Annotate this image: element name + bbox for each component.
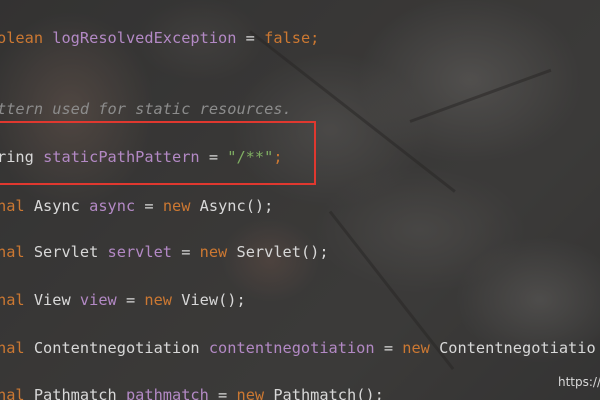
code-token: async: [89, 197, 136, 215]
code-line[interactable]: nal Contentnegotiation contentnegotiatio…: [0, 336, 596, 360]
code-token: nal: [0, 386, 34, 400]
code-token: Pathmatch();: [273, 386, 384, 400]
code-token: =: [116, 291, 145, 309]
code-token: Servlet: [33, 243, 108, 261]
code-token: View();: [181, 291, 246, 309]
code-token: Servlet();: [236, 243, 329, 261]
code-editor[interactable]: olean logResolvedException = false; tter…: [0, 0, 600, 400]
code-token: new: [199, 243, 237, 261]
code-token: pathmatch: [125, 386, 209, 400]
code-token: View: [33, 291, 80, 309]
code-token: nal: [0, 197, 34, 215]
watermark-url: https://: [558, 375, 600, 389]
code-token: =: [172, 243, 200, 261]
code-token: Async();: [199, 197, 274, 215]
code-comment-line[interactable]: ttern used for static resources.: [0, 97, 292, 121]
code-token: contentnegotiation: [208, 339, 375, 357]
code-token: ;: [310, 29, 320, 47]
code-token: nal: [0, 339, 34, 357]
code-token: new: [144, 291, 182, 309]
code-token: =: [236, 29, 265, 47]
code-line[interactable]: nal View view = new View();: [0, 288, 246, 312]
code-token: new: [162, 197, 200, 215]
code-token: Contentnegotiation: [33, 339, 209, 357]
code-token: new: [236, 386, 274, 400]
code-token: Pathmatch: [33, 386, 126, 400]
code-token: =: [135, 197, 163, 215]
code-token: Contentnegotiatio: [439, 339, 596, 357]
code-token: ttern used for static resources.: [0, 100, 292, 118]
code-token: new: [402, 339, 440, 357]
code-token: logResolvedException: [52, 29, 237, 47]
code-token: nal: [0, 291, 34, 309]
code-token: olean: [0, 29, 53, 47]
code-token: nal: [0, 243, 34, 261]
code-token: Async: [33, 197, 90, 215]
code-token: view: [79, 291, 117, 309]
code-token: =: [208, 386, 237, 400]
code-token: false: [264, 29, 311, 47]
code-line[interactable]: nal Async async = new Async();: [0, 194, 273, 218]
highlight-annotation-box: [0, 121, 316, 185]
code-line[interactable]: olean logResolvedException = false;: [0, 26, 319, 50]
code-token: servlet: [107, 243, 172, 261]
code-token: =: [374, 339, 403, 357]
code-line[interactable]: nal Pathmatch pathmatch = new Pathmatch(…: [0, 383, 384, 400]
code-line[interactable]: nal Servlet servlet = new Servlet();: [0, 240, 329, 264]
